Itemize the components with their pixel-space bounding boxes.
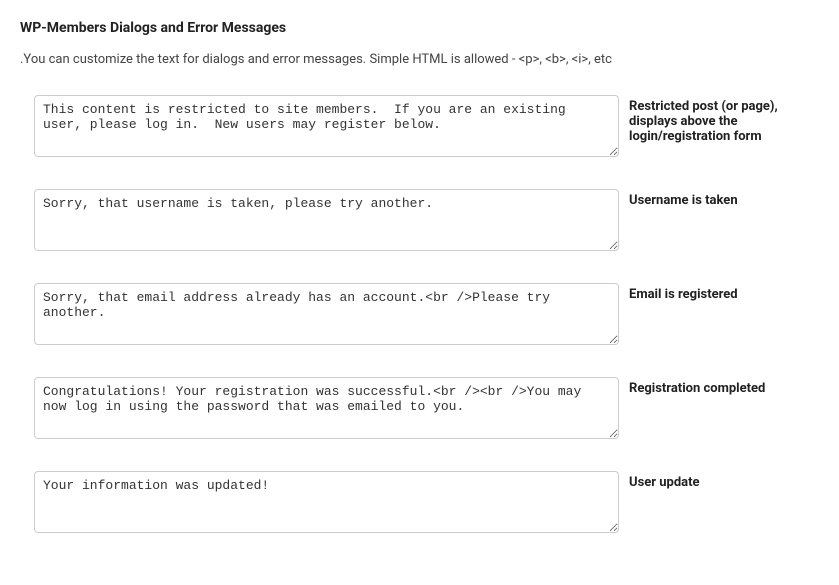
textarea-restricted-post[interactable] — [34, 95, 619, 157]
row-restricted-post: Restricted post (or page), displays abov… — [20, 95, 819, 161]
textarea-email-registered[interactable] — [34, 283, 619, 345]
row-user-update: User update — [20, 471, 819, 537]
label-registration-completed: Registration completed — [619, 377, 819, 396]
textarea-username-taken[interactable] — [34, 189, 619, 251]
textarea-registration-completed[interactable] — [34, 377, 619, 439]
label-username-taken: Username is taken — [619, 189, 819, 208]
row-username-taken: Username is taken — [20, 189, 819, 255]
label-restricted-post: Restricted post (or page), displays abov… — [619, 95, 819, 144]
row-registration-completed: Registration completed — [20, 377, 819, 443]
page-description: .You can customize the text for dialogs … — [20, 52, 819, 67]
label-user-update: User update — [619, 471, 819, 490]
textarea-user-update[interactable] — [34, 471, 619, 533]
page-title: WP-Members Dialogs and Error Messages — [20, 20, 819, 36]
label-email-registered: Email is registered — [619, 283, 819, 302]
row-email-registered: Email is registered — [20, 283, 819, 349]
